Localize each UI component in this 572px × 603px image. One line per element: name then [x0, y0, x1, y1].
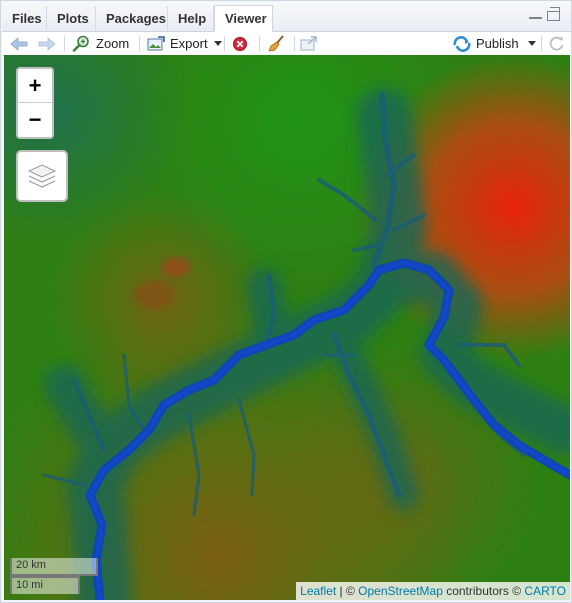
carto-link[interactable]: CARTO: [524, 584, 566, 598]
tab-help-label: Help: [178, 11, 207, 26]
zoom-control: + −: [16, 67, 54, 139]
back-button[interactable]: [10, 32, 28, 55]
chevron-down-icon: [213, 41, 222, 46]
leaflet-map[interactable]: + − 20 km 10 mi Leaflet | © OpenStreetMa…: [4, 55, 570, 600]
attribution-contributors: contributors ©: [442, 584, 525, 598]
show-in-new-window-button[interactable]: [300, 32, 318, 55]
refresh-icon: [549, 36, 564, 51]
zoom-button[interactable]: Zoom: [72, 32, 129, 55]
tab-packages[interactable]: Packages: [96, 6, 168, 31]
tab-files-label: Files: [12, 11, 42, 26]
export-image-icon: [147, 35, 165, 50]
tab-help[interactable]: Help: [168, 6, 214, 31]
zoom-label: Zoom: [96, 36, 130, 51]
maximize-pane-icon[interactable]: [547, 7, 560, 21]
tab-viewer[interactable]: Viewer: [214, 5, 273, 32]
clear-all-button[interactable]: [268, 32, 286, 55]
forward-button[interactable]: [38, 32, 56, 55]
tab-plots[interactable]: Plots: [47, 6, 96, 31]
zoom-magnifier-icon: [72, 35, 89, 52]
pane-tab-strip: Files Plots Packages Help Viewer: [2, 2, 571, 32]
layers-icon: [27, 164, 57, 188]
zoom-out-button[interactable]: −: [18, 102, 52, 136]
tab-plots-label: Plots: [57, 11, 89, 26]
elevation-raster: [4, 55, 570, 600]
broom-clear-icon: [268, 35, 284, 52]
publish-button[interactable]: Publish: [452, 32, 536, 55]
viewer-toolbar: Zoom Export Publish: [2, 32, 571, 56]
zoom-in-button[interactable]: +: [18, 69, 52, 102]
chevron-down-icon: [527, 41, 536, 46]
refresh-button[interactable]: [548, 32, 565, 55]
popout-viewer-icon: [300, 35, 317, 50]
attribution-separator: | ©: [336, 584, 359, 598]
export-menu-button[interactable]: Export: [147, 32, 222, 55]
remove-viewer-item-button[interactable]: [232, 32, 248, 55]
leaflet-link[interactable]: Leaflet: [300, 584, 336, 598]
tab-packages-label: Packages: [106, 11, 166, 26]
export-label: Export: [170, 36, 208, 51]
back-arrow-icon: [10, 36, 28, 51]
layers-control-button[interactable]: [16, 150, 68, 202]
publish-label: Publish: [476, 36, 519, 51]
tab-viewer-label: Viewer: [225, 11, 267, 26]
publish-icon: [453, 35, 471, 52]
scale-bar-km: 20 km: [10, 558, 98, 576]
forward-arrow-icon: [38, 36, 56, 51]
openstreetmap-link[interactable]: OpenStreetMap: [358, 584, 443, 598]
scale-bar-mi: 10 mi: [10, 576, 80, 594]
tab-files[interactable]: Files: [2, 6, 47, 31]
viewer-pane: Files Plots Packages Help Viewer Zoom Ex…: [0, 0, 572, 603]
minimize-pane-icon[interactable]: [529, 11, 542, 19]
map-attribution: Leaflet | © OpenStreetMap contributors ©…: [296, 582, 570, 600]
remove-icon: [233, 36, 247, 51]
